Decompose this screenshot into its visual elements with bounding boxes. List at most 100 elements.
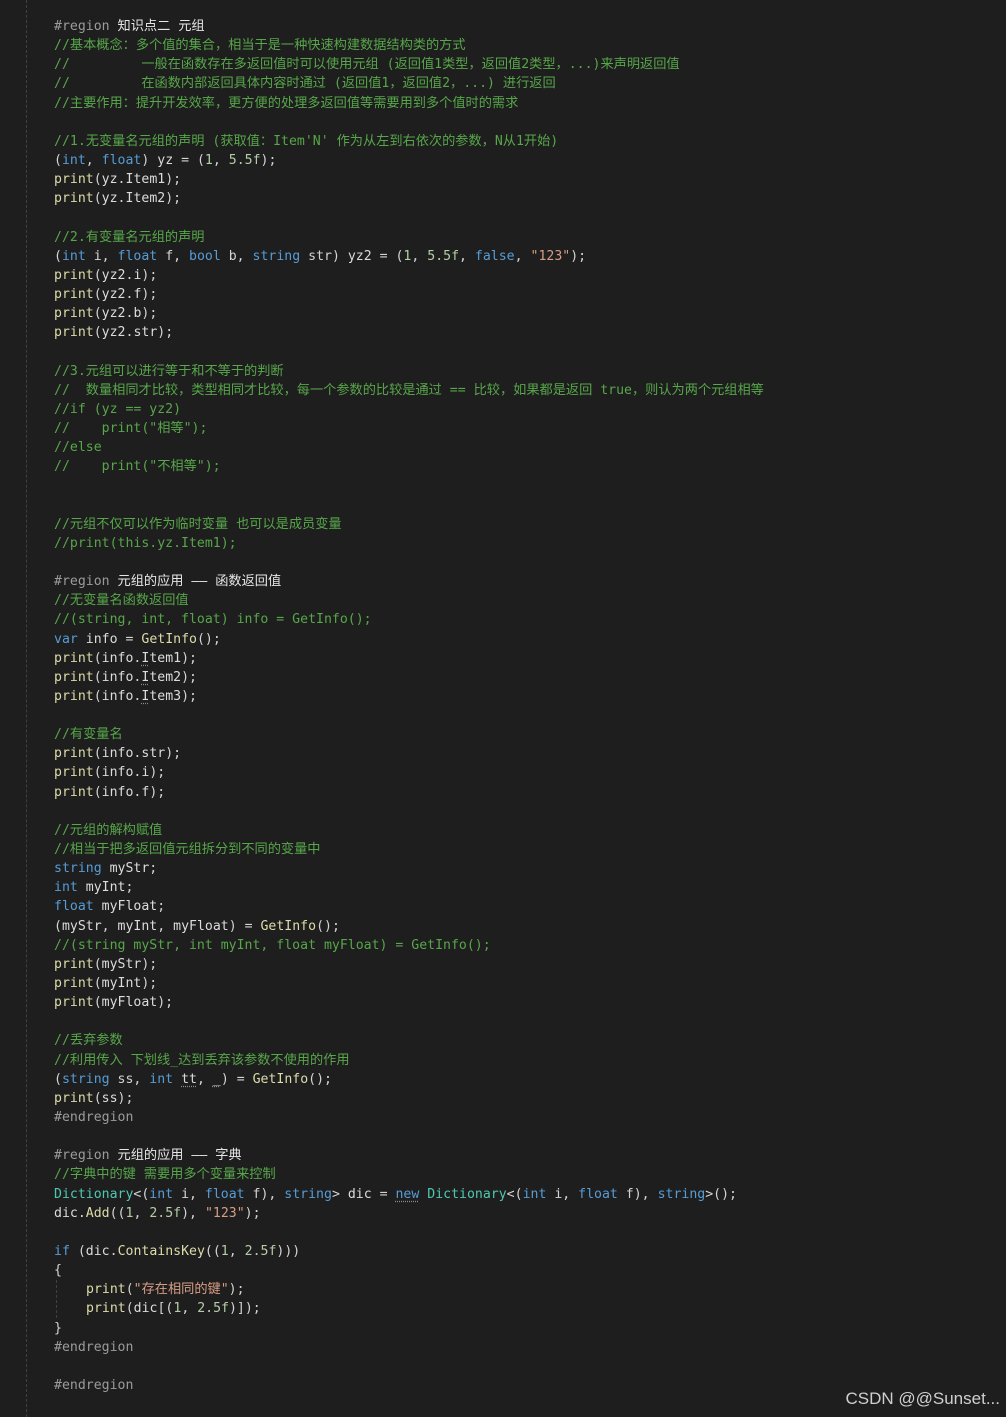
code-token: ( [93, 765, 102, 781]
code-line: print(yz2.b); [54, 304, 1006, 323]
code-token: ); [141, 306, 158, 322]
code-token: ); [181, 669, 197, 685]
code-token: print [54, 191, 94, 207]
code-token: info [101, 784, 134, 800]
code-token: print [54, 1090, 94, 1106]
comment-text: //if (yz == yz2) [54, 401, 182, 417]
code-line: //else [54, 438, 1006, 457]
code-token: 1 [204, 152, 213, 168]
code-token: f), [617, 1186, 658, 1202]
code-token: info [101, 765, 134, 781]
code-token: int [54, 880, 78, 896]
code-token: ))) [276, 1244, 301, 1259]
code-token: ); [141, 956, 158, 972]
code-token: ( [93, 325, 102, 341]
code-token: ( [93, 172, 102, 188]
code-token: float [578, 1186, 618, 1202]
code-token: f, [157, 248, 190, 264]
code-token: ( [93, 784, 102, 800]
code-token: str [141, 746, 166, 762]
code-token: Item2 [125, 191, 166, 207]
code-line: print(yz2.str); [54, 323, 1006, 342]
code-token: ( [93, 746, 102, 762]
code-token: , [459, 248, 475, 264]
code-token: [( [157, 1301, 174, 1317]
code-line: // 在函数内部返回具体内容时通过 (返回值1，返回值2，...) 进行返回 [54, 74, 1006, 93]
code-token: myStr [61, 918, 102, 934]
code-token: yz2 [101, 325, 126, 341]
code-token: ); [165, 746, 182, 762]
code-token: info [101, 669, 134, 685]
code-token: int [149, 1071, 174, 1087]
code-token: int [61, 248, 86, 264]
code-token: print [54, 765, 94, 781]
comment-text: //相当于把多返回值元组拆分到不同的变量中 [54, 842, 321, 858]
code-token: float [117, 248, 158, 264]
code-token: "123" [204, 1205, 245, 1221]
code-token: ( [54, 918, 62, 934]
code-token: ( [125, 1301, 134, 1317]
code-line: int myInt; [54, 878, 1006, 897]
code-token: yz2 [347, 248, 372, 264]
code-token: print [54, 172, 94, 188]
code-area[interactable]: #region 知识点二 元组 //基本概念：多个值的集合，相当于是一种快速构建数… [54, 17, 1006, 1395]
watermark: CSDN @@Sunset... [845, 1389, 1000, 1408]
code-token: ); [244, 1205, 261, 1221]
code-token: yz2 [101, 286, 126, 302]
code-editor[interactable]: #region 知识点二 元组 //基本概念：多个值的集合，相当于是一种快速构建数… [0, 0, 1006, 1417]
code-token: (); [196, 631, 221, 647]
code-token: 2.5f [197, 1301, 229, 1317]
code-token: GetInfo [252, 1071, 309, 1087]
code-token: float [54, 899, 94, 915]
comment-text: // 一般在函数存在多返回值时可以使用元组 (返回值1类型，返回值2类型，...… [54, 57, 680, 73]
code-token: { [54, 1263, 62, 1279]
code-token: print [54, 650, 94, 666]
code-token: myFloat [173, 918, 229, 934]
code-token: print [54, 995, 94, 1011]
code-token: ( [54, 152, 62, 168]
code-token: ( [54, 248, 62, 264]
code-token: dic [54, 1205, 78, 1221]
code-token: ); [117, 1090, 134, 1106]
code-token: b, [220, 248, 253, 264]
code-line: print(myFloat); [54, 993, 1006, 1012]
code-token: tem2 [149, 669, 182, 685]
region-directive: #endregion [54, 1110, 134, 1126]
code-line: #endregion [54, 1108, 1006, 1127]
code-token: int [149, 1186, 174, 1202]
code-line: { [54, 1261, 1006, 1280]
code-line: var info = GetInfo(); [54, 630, 1006, 649]
code-token: print [54, 306, 94, 322]
code-line: //基本概念：多个值的集合，相当于是一种快速构建数据结构类的方式 [54, 36, 1006, 55]
code-token: = [117, 631, 142, 647]
code-token: "存在相同的键" [133, 1282, 229, 1298]
code-token: ( [93, 976, 102, 992]
code-token: (( [109, 1205, 126, 1221]
code-token: Item1 [125, 172, 166, 188]
code-token: str [133, 325, 158, 341]
comment-text: //丢弃参数 [54, 1033, 123, 1049]
code-token: yz2 [101, 306, 126, 322]
code-token: float [204, 1186, 245, 1202]
code-token: tem3 [149, 688, 182, 704]
code-line: print(info.f); [54, 783, 1006, 802]
code-token: , [196, 1071, 213, 1087]
code-line: //if (yz == yz2) [54, 400, 1006, 419]
code-token: _ [212, 1071, 221, 1087]
code-line: print(info.Item1); [54, 649, 1006, 668]
code-line: print(ss); [54, 1089, 1006, 1108]
code-token: ( [69, 1244, 86, 1259]
comment-text: //主要作用：提升开发效率，更方便的处理多返回值等需要用到多个值时的需求 [54, 95, 519, 111]
code-token: = ( [371, 248, 404, 264]
code-token: ); [157, 995, 174, 1011]
code-token: f), [244, 1186, 285, 1202]
code-line: dic.Add((1, 2.5f), "123"); [54, 1204, 1006, 1223]
code-token: } [54, 1320, 62, 1336]
